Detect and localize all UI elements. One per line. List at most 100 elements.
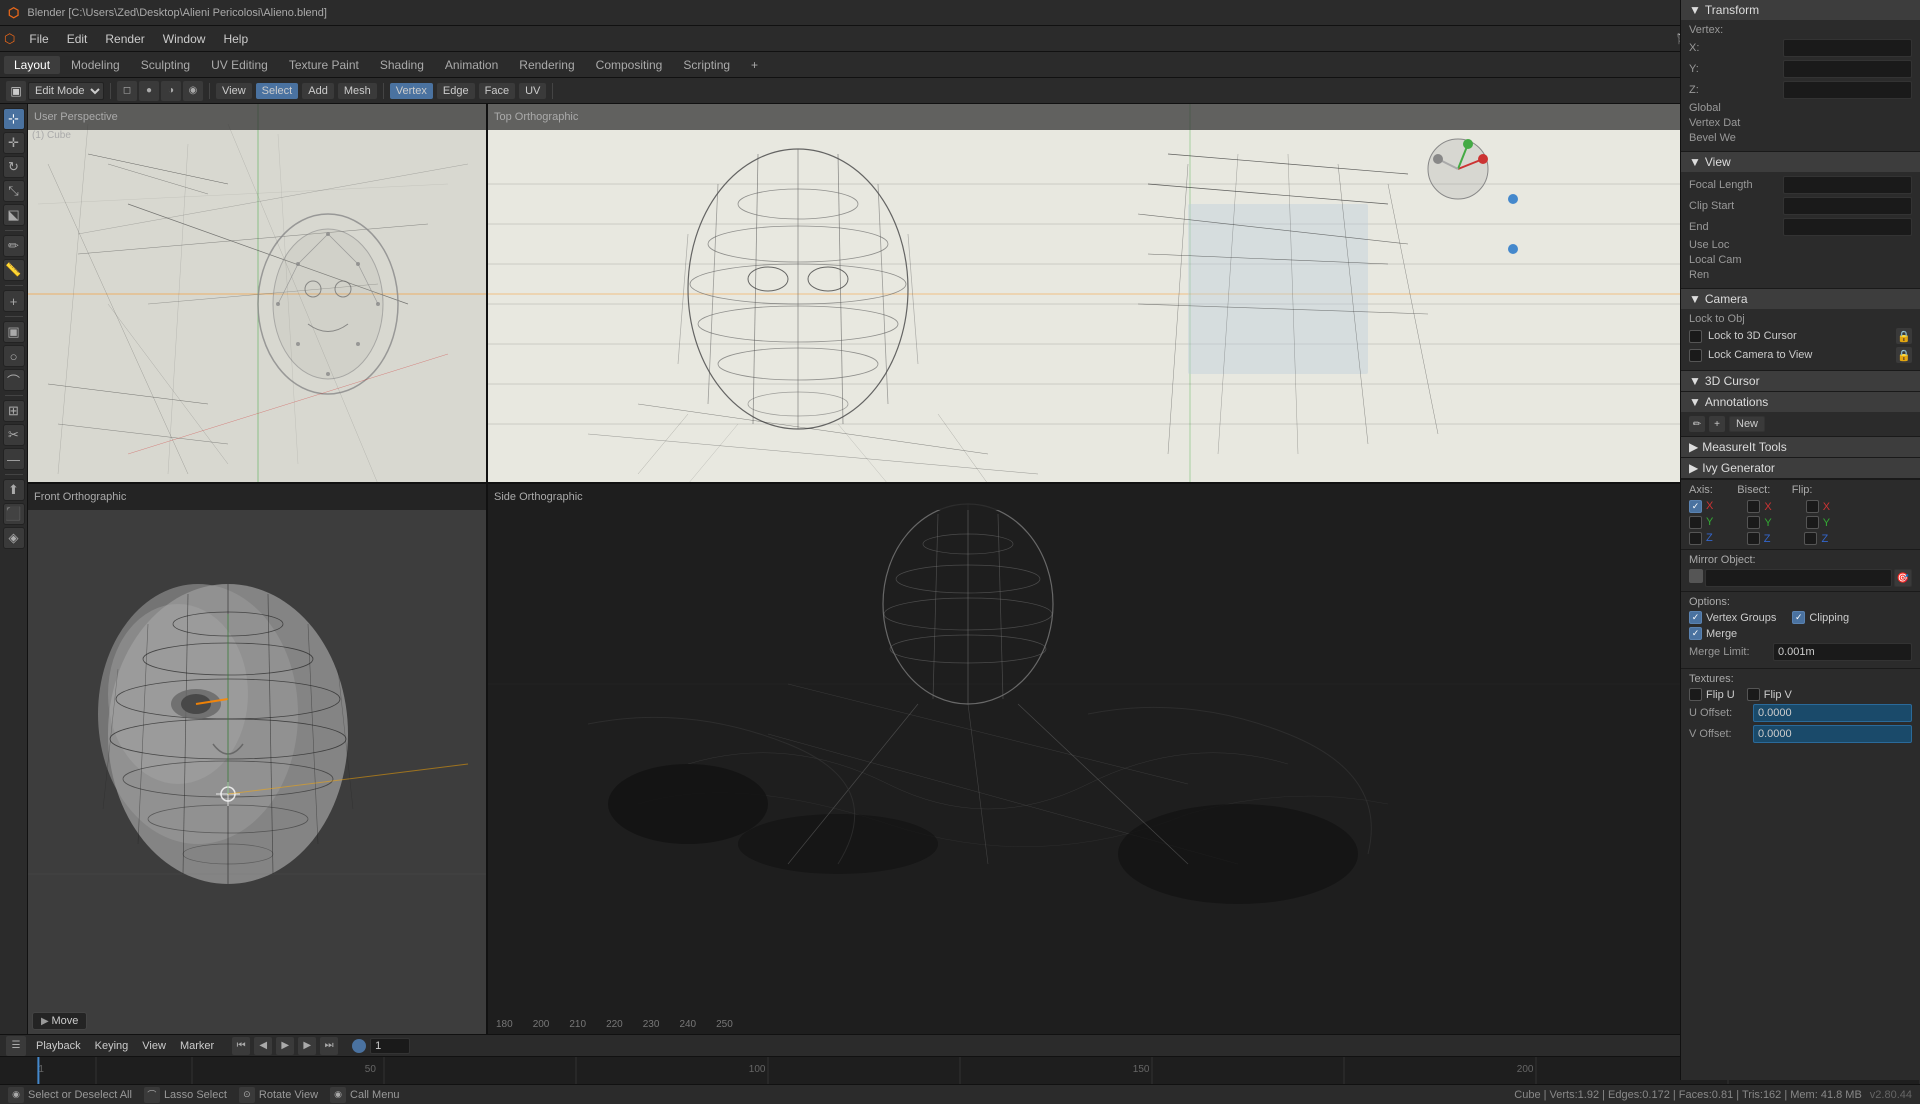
uv-btn[interactable]: UV <box>519 83 546 99</box>
tool-measure[interactable]: 📏 <box>3 259 25 281</box>
tab-sculpting[interactable]: Sculpting <box>131 56 200 74</box>
view-header[interactable]: ▼ View <box>1681 152 1920 172</box>
tab-texture-paint[interactable]: Texture Paint <box>279 56 369 74</box>
tab-uv-editing[interactable]: UV Editing <box>201 56 278 74</box>
cursor3d-header[interactable]: ▼ 3D Cursor <box>1681 371 1920 391</box>
play-icon[interactable]: ▶ <box>276 1037 294 1055</box>
vertex-groups-checkbox[interactable] <box>1689 611 1702 624</box>
step-back-icon[interactable]: ◀ <box>254 1037 272 1055</box>
tool-select-box[interactable]: ▣ <box>3 321 25 343</box>
menu-window[interactable]: Window <box>155 30 214 48</box>
skip-start-icon[interactable]: ⏮ <box>232 1037 250 1055</box>
vertex-btn[interactable]: Vertex <box>390 83 433 99</box>
mirror-object-input[interactable] <box>1705 569 1892 587</box>
merge-checkbox[interactable] <box>1689 627 1702 640</box>
add-btn[interactable]: Add <box>302 83 334 99</box>
focal-input[interactable] <box>1783 176 1912 194</box>
select-btn[interactable]: Select <box>256 83 299 99</box>
tool-transform[interactable]: ⬕ <box>3 204 25 226</box>
marker-menu[interactable]: Marker <box>176 1039 218 1053</box>
material-icon[interactable]: ◑ <box>161 81 181 101</box>
annotations-header[interactable]: ▼ Annotations <box>1681 392 1920 412</box>
tool-bevel[interactable]: ◈ <box>3 527 25 549</box>
merge-limit-input[interactable]: 0.001m <box>1773 643 1912 661</box>
view-btn[interactable]: View <box>216 83 252 99</box>
flip-y-checkbox[interactable] <box>1806 516 1819 529</box>
lock-cam-view-icon[interactable]: 🔒 <box>1896 347 1912 363</box>
clip-start-input[interactable] <box>1783 197 1912 215</box>
flip-x-checkbox[interactable] <box>1806 500 1819 513</box>
mirror-x-checkbox[interactable] <box>1689 500 1702 513</box>
tool-move[interactable]: ✛ <box>3 132 25 154</box>
tab-layout[interactable]: Layout <box>4 56 60 74</box>
viewport-top-left[interactable]: User Perspective (1) Cube <box>28 104 488 484</box>
tool-rotate[interactable]: ↻ <box>3 156 25 178</box>
tool-scale[interactable]: ⤡ <box>3 180 25 202</box>
tool-cursor[interactable]: ⊹ <box>3 108 25 130</box>
u-offset-input[interactable]: 0.0000 <box>1753 704 1912 722</box>
tool-extrude[interactable]: ⬆ <box>3 479 25 501</box>
bisect-y-checkbox[interactable] <box>1747 516 1760 529</box>
tool-knife[interactable]: ✂ <box>3 424 25 446</box>
edge-btn[interactable]: Edge <box>437 83 475 99</box>
mirror-object-color-swatch[interactable] <box>1689 569 1703 583</box>
menu-help[interactable]: Help <box>215 30 256 48</box>
tab-add[interactable]: + <box>741 56 768 74</box>
lock-camera-view-checkbox[interactable] <box>1689 349 1702 362</box>
bisect-z-checkbox[interactable] <box>1747 532 1760 545</box>
mirror-object-picker-icon[interactable]: 🎯 <box>1894 569 1912 587</box>
tab-animation[interactable]: Animation <box>435 56 508 74</box>
lock-3d-cursor-checkbox[interactable] <box>1689 330 1702 343</box>
transform-header[interactable]: ▼ Transform <box>1681 0 1920 20</box>
tab-scripting[interactable]: Scripting <box>673 56 740 74</box>
flip-u-checkbox[interactable] <box>1689 688 1702 701</box>
playback-menu[interactable]: Playback <box>32 1039 85 1053</box>
tab-compositing[interactable]: Compositing <box>586 56 673 74</box>
z-input[interactable] <box>1783 81 1912 99</box>
tool-loop-cut[interactable]: ⊞ <box>3 400 25 422</box>
tool-select-lasso[interactable]: ⌒ <box>3 369 25 391</box>
mirror-y-checkbox[interactable] <box>1689 516 1702 529</box>
edit-mode-select[interactable]: Edit Mode <box>28 82 104 100</box>
step-forward-icon[interactable]: ▶ <box>298 1037 316 1055</box>
solid-icon[interactable]: ● <box>139 81 159 101</box>
skip-end-icon[interactable]: ⏭ <box>320 1037 338 1055</box>
measureit-header[interactable]: ▶ MeasureIt Tools <box>1681 437 1920 457</box>
tab-modeling[interactable]: Modeling <box>61 56 130 74</box>
frame-current-input[interactable] <box>370 1038 410 1054</box>
lock-3d-icon[interactable]: 🔒 <box>1896 328 1912 344</box>
add-annotation-icon[interactable]: + <box>1709 416 1725 432</box>
keying-menu[interactable]: Keying <box>91 1039 133 1053</box>
y-input[interactable] <box>1783 60 1912 78</box>
x-input[interactable] <box>1783 39 1912 57</box>
mesh-btn[interactable]: Mesh <box>338 83 377 99</box>
clipping-checkbox[interactable] <box>1792 611 1805 624</box>
rendered-icon[interactable]: ◉ <box>183 81 203 101</box>
menu-file[interactable]: File <box>21 30 56 48</box>
tool-annotate[interactable]: ✏ <box>3 235 25 257</box>
clip-end-input[interactable] <box>1783 218 1912 236</box>
tool-bisect[interactable]: — <box>3 448 25 470</box>
ivy-header[interactable]: ▶ Ivy Generator <box>1681 458 1920 478</box>
tab-shading[interactable]: Shading <box>370 56 434 74</box>
flip-v-checkbox[interactable] <box>1747 688 1760 701</box>
viewport-bottom-left[interactable]: Front Orthographic ▶ Move <box>28 484 488 1034</box>
menu-edit[interactable]: Edit <box>59 30 96 48</box>
v-offset-input[interactable]: 0.0000 <box>1753 725 1912 743</box>
bisect-x-checkbox[interactable] <box>1747 500 1760 513</box>
flip-z-checkbox[interactable] <box>1804 532 1817 545</box>
use-local-row: Use Loc <box>1689 239 1912 251</box>
tool-add[interactable]: + <box>3 290 25 312</box>
pencil-icon[interactable]: ✏ <box>1689 416 1705 432</box>
menu-render[interactable]: Render <box>97 30 152 48</box>
new-annotation-button[interactable]: New <box>1729 416 1765 432</box>
view-menu[interactable]: View <box>138 1039 170 1053</box>
mirror-z-checkbox[interactable] <box>1689 532 1702 545</box>
timeline-menu-icon[interactable]: ☰ <box>6 1036 26 1056</box>
camera-header[interactable]: ▼ Camera <box>1681 289 1920 309</box>
tool-select-circle[interactable]: ○ <box>3 345 25 367</box>
tool-inset[interactable]: ⬛ <box>3 503 25 525</box>
wireframe-icon[interactable]: ◻ <box>117 81 137 101</box>
tab-rendering[interactable]: Rendering <box>509 56 584 74</box>
face-btn[interactable]: Face <box>479 83 515 99</box>
